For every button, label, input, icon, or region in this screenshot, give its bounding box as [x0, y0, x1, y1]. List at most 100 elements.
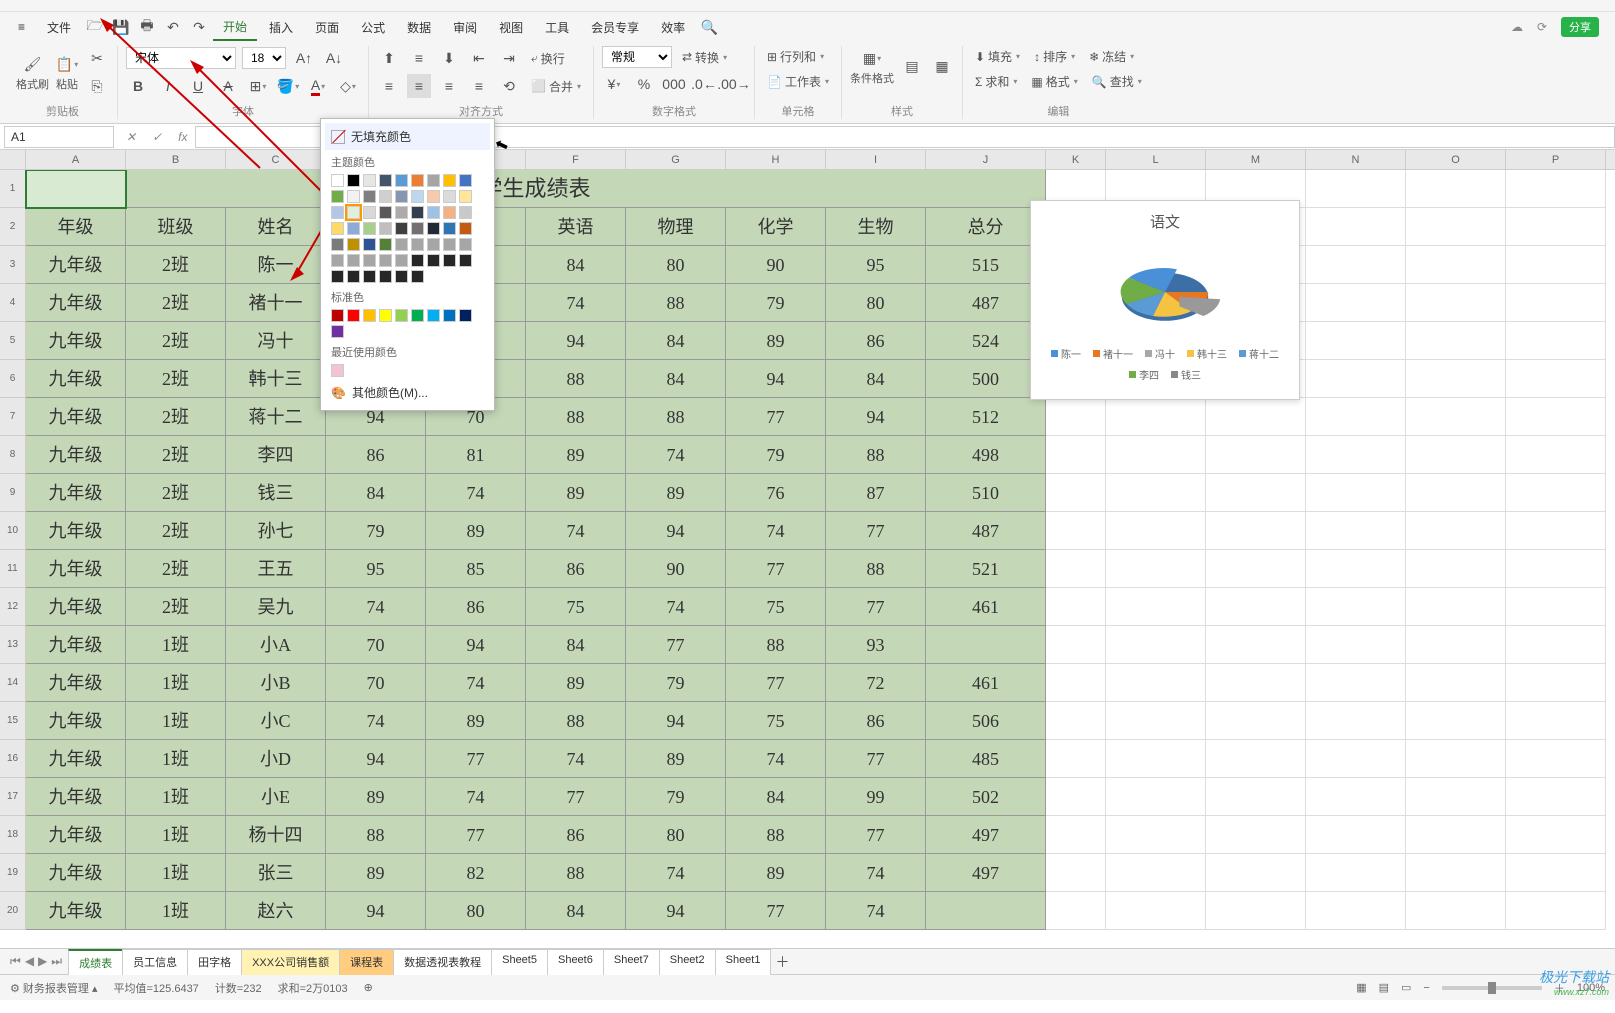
save-icon[interactable]: 💾	[109, 15, 133, 39]
cell[interactable]	[1206, 512, 1306, 550]
color-swatch[interactable]	[347, 206, 360, 219]
cell[interactable]	[1106, 512, 1206, 550]
cell[interactable]: 2班	[126, 474, 226, 512]
font-size-select[interactable]: 18	[242, 47, 286, 69]
cell[interactable]: 77	[826, 816, 926, 854]
cell[interactable]: 九年级	[26, 778, 126, 816]
cell[interactable]: 95	[826, 246, 926, 284]
col-header[interactable]: C	[226, 150, 326, 169]
percent-icon[interactable]: %	[632, 72, 656, 96]
cell[interactable]: 487	[926, 284, 1046, 322]
cell[interactable]: 总分	[926, 208, 1046, 246]
cell[interactable]	[1106, 664, 1206, 702]
row-header[interactable]: 20	[0, 892, 26, 930]
color-swatch[interactable]	[331, 325, 344, 338]
align-left-icon[interactable]: ≡	[377, 74, 401, 98]
cell[interactable]	[1306, 284, 1406, 322]
col-header[interactable]: F	[526, 150, 626, 169]
status-left[interactable]: ⚙ 财务报表管理 ▴	[10, 980, 98, 996]
tab-formula[interactable]: 公式	[351, 15, 395, 40]
cell[interactable]	[1306, 626, 1406, 664]
color-swatch[interactable]	[411, 174, 424, 187]
cell[interactable]	[1506, 626, 1606, 664]
zoom-slider[interactable]	[1442, 986, 1542, 990]
tab-last-icon[interactable]: ⏭	[51, 954, 62, 969]
color-swatch[interactable]	[411, 270, 424, 283]
row-header[interactable]: 7	[0, 398, 26, 436]
color-swatch[interactable]	[443, 222, 456, 235]
cell[interactable]	[1206, 626, 1306, 664]
cell[interactable]: 88	[826, 550, 926, 588]
cell[interactable]: 74	[326, 702, 426, 740]
rowcol-button[interactable]: ⊞行列和▾	[763, 46, 828, 67]
cell[interactable]: 89	[426, 512, 526, 550]
color-swatch[interactable]	[379, 254, 392, 267]
color-swatch[interactable]	[427, 309, 440, 322]
cell[interactable]	[1406, 854, 1506, 892]
cell[interactable]: 2班	[126, 436, 226, 474]
cell[interactable]: 九年级	[26, 512, 126, 550]
cell[interactable]: 85	[426, 550, 526, 588]
cell[interactable]	[1406, 626, 1506, 664]
color-swatch[interactable]	[459, 174, 472, 187]
cell[interactable]: 80	[626, 246, 726, 284]
cell[interactable]: 88	[526, 360, 626, 398]
row-header[interactable]: 16	[0, 740, 26, 778]
cloud-icon[interactable]: ☁	[1511, 20, 1523, 34]
cell[interactable]: 75	[726, 588, 826, 626]
selected-cell[interactable]	[26, 170, 126, 208]
cell[interactable]	[1046, 398, 1106, 436]
cell[interactable]	[1406, 550, 1506, 588]
cell[interactable]	[1506, 550, 1606, 588]
color-swatch[interactable]	[443, 174, 456, 187]
cell[interactable]	[1106, 398, 1206, 436]
zoom-in-icon[interactable]: ＋	[1554, 980, 1565, 996]
align-center-icon[interactable]: ≡	[407, 74, 431, 98]
cell[interactable]	[1306, 170, 1406, 208]
cell[interactable]: 94	[526, 322, 626, 360]
cell[interactable]: 75	[726, 702, 826, 740]
row-header[interactable]: 15	[0, 702, 26, 740]
color-swatch[interactable]	[395, 238, 408, 251]
cell[interactable]: 孙七	[226, 512, 326, 550]
cell[interactable]: 74	[426, 778, 526, 816]
cell-style-icon[interactable]: ▦	[930, 54, 954, 78]
cell[interactable]: 89	[426, 702, 526, 740]
cell[interactable]: 497	[926, 854, 1046, 892]
row-header[interactable]: 2	[0, 208, 26, 246]
cell[interactable]: 1班	[126, 740, 226, 778]
cell[interactable]: 74	[426, 664, 526, 702]
color-swatch[interactable]	[443, 254, 456, 267]
paste-icon[interactable]: 📋▾	[55, 52, 79, 76]
cell[interactable]: 77	[826, 588, 926, 626]
cell[interactable]: 74	[626, 588, 726, 626]
redo-icon[interactable]: ↷	[187, 15, 211, 39]
cell[interactable]	[926, 892, 1046, 930]
cell[interactable]: 1班	[126, 702, 226, 740]
indent-dec-icon[interactable]: ⇤	[467, 46, 491, 70]
cell[interactable]: 九年级	[26, 588, 126, 626]
cell[interactable]: 88	[526, 398, 626, 436]
cell[interactable]	[1306, 778, 1406, 816]
cell[interactable]	[1406, 208, 1506, 246]
cell[interactable]: 九年级	[26, 322, 126, 360]
tab-page[interactable]: 页面	[305, 15, 349, 40]
cell[interactable]: 88	[726, 626, 826, 664]
inc-dec-icon[interactable]: .00→	[722, 72, 746, 96]
color-swatch[interactable]	[331, 309, 344, 322]
cell[interactable]: 九年级	[26, 816, 126, 854]
cell[interactable]: 姓名	[226, 208, 326, 246]
cell[interactable]: 褚十一	[226, 284, 326, 322]
cell[interactable]: 77	[526, 778, 626, 816]
col-header[interactable]: M	[1206, 150, 1306, 169]
row-header[interactable]: 4	[0, 284, 26, 322]
cell[interactable]: 84	[526, 892, 626, 930]
cell[interactable]	[1206, 816, 1306, 854]
cell[interactable]: 74	[726, 740, 826, 778]
color-swatch[interactable]	[395, 190, 408, 203]
cell[interactable]	[1406, 588, 1506, 626]
cell[interactable]: 吴九	[226, 588, 326, 626]
cell[interactable]: 1班	[126, 778, 226, 816]
cell[interactable]: 506	[926, 702, 1046, 740]
color-swatch[interactable]	[427, 206, 440, 219]
